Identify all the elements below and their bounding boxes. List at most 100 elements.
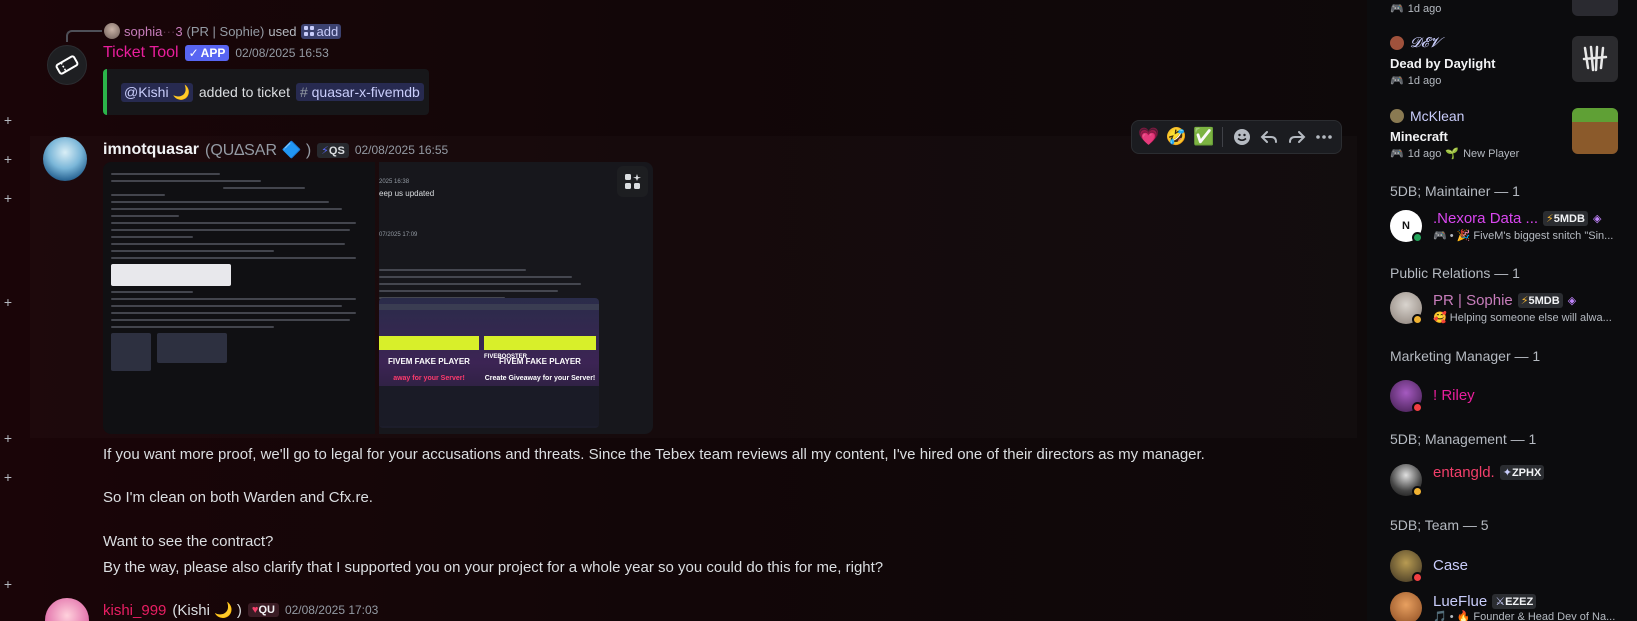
banner-title: FIVEM FAKE PLAYER	[388, 356, 470, 366]
server-tag-label: ZPHX	[1511, 467, 1542, 479]
member-list: 🎮 1d ago 𝓓𝓔𝓥 Dead by Daylight 🎮 1d ago McK…	[1367, 0, 1637, 621]
message-text: If you want more proof, we'll go to lega…	[103, 446, 1205, 463]
reply-used-label: used	[268, 23, 297, 39]
attachment-image[interactable]	[103, 162, 375, 434]
server-tag-label: 5MDB	[1528, 295, 1560, 307]
chat-area: + + + + + + + sophia···3 (PR | Sophie) u…	[0, 0, 1357, 621]
section-header: 5DB; Management — 1	[1390, 431, 1537, 447]
message-text: So I'm clean on both Warden and Cfx.re.	[103, 489, 373, 506]
ticket-embed: @Kishi 🌙 added to ticket # quasar-x-five…	[103, 69, 429, 115]
member-item[interactable]: entangld. ✦ZPHX	[1433, 464, 1545, 481]
message-header: kishi_999 (Kishi 🌙 ) ♥QU 02/08/2025 17:0…	[103, 601, 378, 620]
author-nickname: (Kishi 🌙 )	[172, 602, 242, 619]
author-name[interactable]: Ticket Tool	[103, 44, 179, 62]
member-item[interactable]: LueFlue ⚔EZEZ	[1433, 593, 1537, 610]
channel-name: quasar-x-fivemdb	[311, 84, 420, 100]
timestamp[interactable]: 02/08/2025 17:03	[285, 603, 378, 617]
server-tag: ✦ZPHX	[1499, 465, 1545, 480]
add-button[interactable]: +	[2, 190, 14, 206]
banner-cta: Create Giveaway for your Server!	[484, 374, 596, 382]
add-button[interactable]: +	[2, 430, 14, 446]
game-art[interactable]	[1572, 0, 1618, 16]
activity-game: Dead by Daylight	[1390, 56, 1496, 71]
reaction-heart[interactable]: 💗	[1138, 125, 1159, 149]
timestamp[interactable]: 02/08/2025 16:55	[355, 143, 448, 157]
more-icon	[1316, 135, 1333, 139]
member-item[interactable]: .Nexora Data ... ⚡5MDB ◈	[1433, 210, 1601, 227]
minecraft-icon[interactable]	[1572, 108, 1618, 154]
member-status-text: 🎵 • 🔥 Founder & Head Dev of Na...	[1433, 611, 1616, 621]
author-name[interactable]: kishi_999	[103, 602, 166, 619]
divider	[1222, 127, 1224, 147]
add-button[interactable]: +	[2, 151, 14, 167]
avatar[interactable]	[47, 45, 87, 85]
game-art[interactable]	[1572, 36, 1618, 82]
nitro-icon: ◈	[1592, 213, 1602, 225]
activity-user[interactable]: 𝓓𝓔𝓥	[1390, 35, 1440, 51]
dead-by-daylight-icon	[1582, 45, 1608, 72]
image-text: 07/2025 17:09	[379, 232, 418, 238]
activity-user-name: McKlean	[1410, 108, 1465, 124]
user-mention[interactable]: @Kishi 🌙	[121, 82, 193, 102]
server-tag: ⚔EZEZ	[1492, 594, 1537, 609]
bolt-icon: ⚡	[321, 144, 329, 157]
status-dnd-icon	[1412, 572, 1423, 583]
add-button[interactable]: +	[2, 576, 14, 592]
author-name[interactable]: imnotquasar	[103, 141, 199, 159]
member-name: entangld.	[1433, 464, 1495, 481]
member-item[interactable]: Case	[1433, 557, 1468, 574]
promo-banner: FIVEM FAKE PLAYER FIVEM FAKE PLAYER away…	[379, 298, 599, 428]
nexora-logo-icon: N	[1402, 220, 1410, 232]
server-tag-label: 5MDB	[1553, 213, 1585, 225]
message-text: Want to see the contract?	[103, 533, 274, 550]
message-header: Ticket Tool ✓ APP 02/08/2025 16:53	[103, 44, 329, 62]
avatar[interactable]	[43, 137, 87, 181]
activity-meta: 🎮 1d ago 🌱 New Player	[1390, 147, 1519, 161]
avatar	[1390, 36, 1404, 50]
hash-icon: #	[299, 84, 308, 100]
reaction-check[interactable]: ✅	[1193, 125, 1214, 149]
activity-user[interactable]: McKlean	[1390, 108, 1464, 124]
banner-brand: FIVEBOOSTER	[484, 354, 528, 360]
gamepad-icon: 🎮	[1390, 3, 1404, 15]
member-name: PR | Sophie	[1433, 292, 1513, 309]
member-name: LueFlue	[1433, 593, 1488, 610]
reaction-laugh[interactable]: 🤣	[1165, 125, 1187, 149]
avatar[interactable]	[1390, 592, 1422, 621]
timestamp[interactable]: 02/08/2025 16:53	[235, 46, 328, 60]
server-tag[interactable]: ♥QU	[247, 603, 279, 617]
member-item[interactable]: PR | Sophie ⚡5MDB ◈	[1433, 292, 1576, 309]
activity-time: 1d ago	[1407, 2, 1442, 15]
app-badge: ✓ APP	[184, 45, 230, 61]
activity-user-name: 𝓓𝓔𝓥	[1410, 35, 1441, 51]
add-reaction-button[interactable]	[1231, 125, 1252, 149]
add-button[interactable]: +	[2, 294, 14, 310]
section-header: 5DB; Maintainer — 1	[1390, 183, 1520, 199]
command-name: add	[316, 23, 339, 39]
more-button[interactable]	[1314, 125, 1335, 149]
reply-button[interactable]	[1259, 125, 1280, 149]
add-button[interactable]: +	[2, 469, 14, 485]
command-chip[interactable]: add	[300, 23, 342, 39]
member-item[interactable]: ! Riley	[1433, 387, 1475, 404]
reply-context[interactable]: sophia···3 (PR | Sophie) used add	[104, 21, 342, 41]
server-tag: ⚡5MDB	[1543, 211, 1588, 226]
section-header: 5DB; Team — 5	[1390, 517, 1489, 533]
reply-connector	[66, 30, 102, 42]
message-toolbar: 💗 🤣 ✅	[1131, 120, 1342, 154]
message-text: By the way, please also clarify that I s…	[103, 559, 884, 576]
forward-button[interactable]	[1286, 125, 1307, 149]
server-tag[interactable]: ⚡QS	[317, 142, 349, 158]
status-online-icon	[1412, 232, 1423, 243]
channel-mention[interactable]: # quasar-x-fivemdb	[295, 83, 424, 101]
activity-game: Minecraft	[1390, 129, 1448, 144]
activity-time: 1d ago	[1407, 74, 1442, 87]
avatar[interactable]	[45, 598, 89, 621]
section-header: Public Relations — 1	[1390, 265, 1520, 281]
section-header: Marketing Manager — 1	[1390, 348, 1541, 364]
add-button[interactable]: +	[2, 112, 14, 128]
image-apps-button[interactable]	[617, 166, 648, 197]
author-nickname: (QU∆SAR 🔷 )	[205, 142, 312, 159]
reply-username[interactable]: sophia···3	[124, 24, 183, 39]
forward-icon	[1288, 131, 1306, 143]
